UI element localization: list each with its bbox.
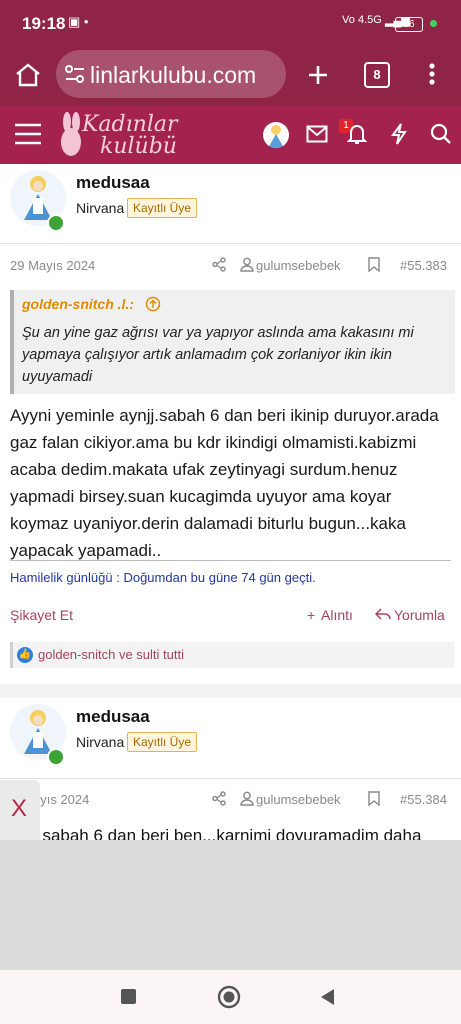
url-text: linlarkulubu.com [90,62,257,88]
browser-toolbar: linlarkulubu.com 8 [0,44,461,106]
site-header: Kadınlar kulübü 1 [0,106,461,164]
status-bar: 19:18 ▣ • Vo 4.5G ▂▄▆ 56 [0,0,461,44]
divider [0,243,461,244]
reply-button[interactable]: Yorumla [394,607,445,623]
status-time: 19:18 [22,14,66,33]
post-date[interactable]: ayıs 2024 [33,792,89,807]
quote-text: Şu an yine gaz ağrısı var ya yapıyor asl… [22,325,414,385]
bookmark-icon[interactable] [368,257,380,272]
post-date[interactable]: 29 Mayıs 2024 [10,258,95,273]
battery-icon: 56 [395,17,423,32]
post-username[interactable]: medusaa [76,707,150,727]
tab-switcher-button[interactable]: 8 [364,62,390,88]
share-icon[interactable] [212,257,226,272]
quote-author[interactable]: golden-snitch .l.: [22,296,134,312]
thread-starter[interactable]: gulumsebebek [256,258,341,273]
lightning-icon[interactable] [390,123,408,145]
like-icon: 👍 [17,647,33,663]
online-indicator [47,214,65,232]
privacy-dot-icon [430,20,437,27]
user-role: Nirvana [76,734,125,750]
signature-divider [10,560,451,561]
post-number[interactable]: #55.383 [400,258,447,273]
notification-icon: ▣ • [68,14,89,29]
online-indicator [47,748,65,766]
new-tab-icon[interactable] [306,63,330,87]
quote-button[interactable]: Alıntı [321,607,353,623]
post-separator [0,684,461,698]
mail-icon[interactable] [306,125,328,143]
signature-text[interactable]: Hamilelik günlüğü : Doğumdan bu güne 74 … [10,570,316,585]
signal-label: 4.5G [358,14,382,26]
user-role: Nirvana [76,200,125,216]
back-icon[interactable] [318,987,336,1007]
user-icon [240,791,254,806]
share-icon[interactable] [212,791,226,806]
quote-jump-icon[interactable] [145,296,161,312]
post-username[interactable]: medusaa [76,173,150,193]
menu-dots-icon[interactable] [428,62,436,86]
thread-starter[interactable]: gulumsebebek [256,792,341,807]
logo-text-bottom: kulübü [100,134,177,159]
divider [0,778,461,779]
home-circle-icon[interactable] [217,985,241,1009]
post-body: Ayyni yeminle aynjj.sabah 6 dan beri iki… [10,406,439,560]
volte-icon: Vo [342,14,355,26]
post-number[interactable]: #55.384 [400,792,447,807]
reply-icon [375,608,391,620]
logo-bunny-icon [61,112,81,156]
hamburger-menu-icon[interactable] [14,123,42,145]
user-avatar[interactable] [263,122,289,148]
search-icon[interactable] [430,123,452,145]
reactions-text[interactable]: golden-snitch ve sulti tutti [38,647,184,662]
recents-icon[interactable] [121,989,136,1004]
ad-close-button[interactable]: X [11,795,27,823]
ad-banner[interactable] [0,840,461,970]
quote-plus-icon: + [307,607,316,623]
home-icon[interactable] [14,62,42,88]
bell-icon[interactable] [347,123,367,145]
system-nav-bar [0,970,461,1024]
report-link[interactable]: Şikayet Et [10,607,73,623]
member-badge: Kayıtlı Üye [127,732,198,752]
user-icon [240,257,254,272]
site-settings-icon[interactable] [64,64,86,86]
bookmark-icon[interactable] [368,791,380,806]
member-badge: Kayıtlı Üye [127,198,198,218]
